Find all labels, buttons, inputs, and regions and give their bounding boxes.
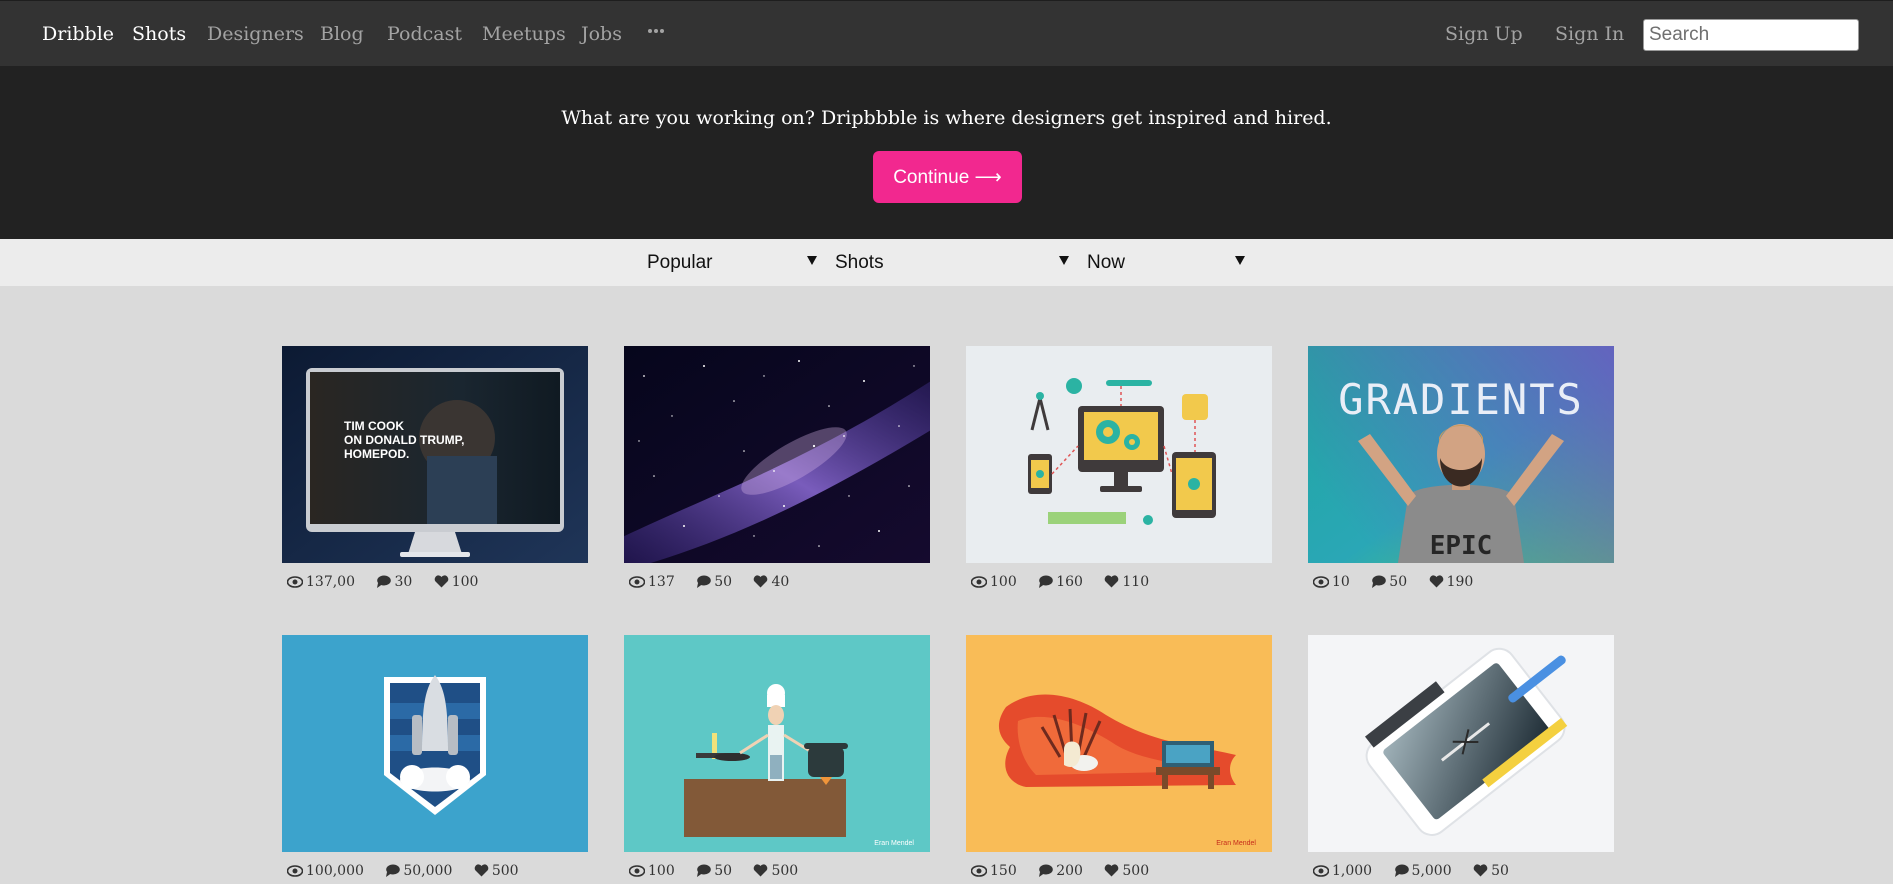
comment-count: 50 (714, 863, 733, 879)
nav-link-jobs[interactable]: Jobs (581, 23, 622, 45)
shot-thumbnail[interactable] (966, 346, 1272, 563)
shot-thumbnail[interactable] (282, 635, 588, 852)
comment-icon (1039, 575, 1053, 588)
shot-stats: 100,000 50,000 500 (286, 861, 536, 881)
comment-count: 50 (1389, 574, 1408, 590)
comment-count: 30 (394, 574, 413, 590)
view-count: 100,000 (306, 863, 364, 879)
eye-icon (1312, 865, 1330, 877)
eye-icon (628, 865, 646, 877)
caret-down-icon (807, 256, 817, 265)
view-count: 1,000 (1332, 863, 1373, 879)
ellipsis-icon[interactable] (648, 28, 664, 36)
like-count: 500 (1122, 863, 1150, 879)
timeframe-select-value: Now (1087, 252, 1126, 273)
shot-thumbnail[interactable]: TIM COOK ON DONALD TRUMP, HOMEPOD. (282, 346, 588, 563)
like-count: 100 (451, 574, 479, 590)
shot-stats: 137 50 40 (628, 572, 806, 592)
view-count: 100 (990, 574, 1017, 590)
hero-banner: What are you working on? Dripbbble is wh… (0, 66, 1893, 239)
sort-select-value: Popular (647, 252, 713, 273)
comment-count: 200 (1056, 863, 1083, 879)
eye-icon (286, 865, 304, 877)
heart-icon (1105, 575, 1119, 588)
comment-count: 50 (714, 574, 733, 590)
comment-icon (1372, 575, 1387, 588)
view-count: 10 (1332, 574, 1350, 590)
sort-select[interactable]: Popular (647, 239, 817, 286)
comment-icon (697, 864, 711, 877)
comment-count: 5,000 (1411, 863, 1452, 879)
eye-icon (970, 576, 988, 588)
shot-thumbnail[interactable] (624, 346, 930, 563)
like-count: 110 (1122, 574, 1150, 590)
sign-in-link[interactable]: Sign In (1555, 23, 1624, 45)
view-count: 150 (990, 863, 1017, 879)
eye-icon (628, 576, 646, 588)
nav-link-shots[interactable]: Shots (132, 23, 186, 45)
caret-down-icon (1235, 256, 1245, 265)
comment-count: 50,000 (403, 863, 453, 879)
nav-link-blog[interactable]: Blog (320, 23, 364, 45)
category-select[interactable]: Shots (835, 239, 1069, 286)
shot-credit: Eran Mendel (1216, 840, 1256, 847)
shot-credit: Eran Mendel (874, 840, 914, 847)
shot-stats: 10 50 190 (1312, 572, 1490, 592)
monitor-headline-3: HOMEPOD. (344, 447, 409, 461)
nav-link-meetups[interactable]: Meetups (482, 23, 566, 45)
shot-stats: 100 160 110 (970, 572, 1166, 592)
eye-icon (970, 865, 988, 877)
monitor-headline-2: ON DONALD TRUMP, (344, 433, 464, 447)
comment-icon (1394, 864, 1409, 877)
like-count: 500 (771, 863, 799, 879)
caret-down-icon (1059, 256, 1069, 265)
heart-icon (754, 864, 768, 877)
top-navigation: Dribble Shots Designers Blog Podcast Mee… (0, 0, 1893, 66)
heart-icon (1429, 575, 1443, 588)
like-count: 190 (1446, 574, 1474, 590)
shot-stats: 137,00 30 100 (286, 572, 495, 592)
continue-button[interactable]: Continue ⟶ (873, 151, 1022, 203)
comment-icon (1039, 864, 1053, 877)
sign-up-link[interactable]: Sign Up (1445, 23, 1523, 45)
like-count: 50 (1491, 863, 1509, 879)
view-count: 137,00 (306, 574, 355, 590)
heart-icon (1105, 864, 1119, 877)
shot-thumbnail[interactable]: GRADIENTS EPIC (1308, 346, 1614, 563)
heart-icon (474, 864, 489, 877)
shot-thumbnail[interactable]: Eran Mendel (624, 635, 930, 852)
timeframe-select[interactable]: Now (1087, 239, 1245, 286)
view-count: 137 (648, 574, 675, 590)
like-count: 40 (771, 574, 790, 590)
shot-stats: 150 200 500 (970, 861, 1166, 881)
filter-bar: Popular Shots Now (0, 239, 1893, 286)
shot-thumbnail[interactable] (1308, 635, 1614, 852)
category-select-value: Shots (835, 252, 884, 273)
gradients-title: GRADIENTS (1338, 375, 1584, 424)
hero-text: What are you working on? Dripbbble is wh… (561, 107, 1332, 129)
brand-logo[interactable]: Dribble (42, 23, 114, 45)
nav-link-podcast[interactable]: Podcast (387, 23, 462, 45)
comment-icon (697, 575, 711, 588)
shot-thumbnail[interactable]: Eran Mendel (966, 635, 1272, 852)
nav-link-designers[interactable]: Designers (207, 23, 304, 45)
eye-icon (1312, 576, 1330, 588)
eye-icon (286, 576, 304, 588)
comment-count: 160 (1056, 574, 1083, 590)
comment-icon (377, 575, 392, 588)
heart-icon (1473, 864, 1488, 877)
shirt-text: EPIC (1430, 531, 1493, 561)
search-input[interactable] (1643, 19, 1859, 51)
comment-icon (386, 864, 401, 877)
heart-icon (754, 575, 768, 588)
shot-stats: 1,000 5,000 50 (1312, 861, 1526, 881)
view-count: 100 (648, 863, 675, 879)
monitor-headline-1: TIM COOK (344, 419, 404, 433)
heart-icon (434, 575, 449, 588)
like-count: 500 (491, 863, 519, 879)
shot-stats: 100 50 500 (628, 861, 815, 881)
